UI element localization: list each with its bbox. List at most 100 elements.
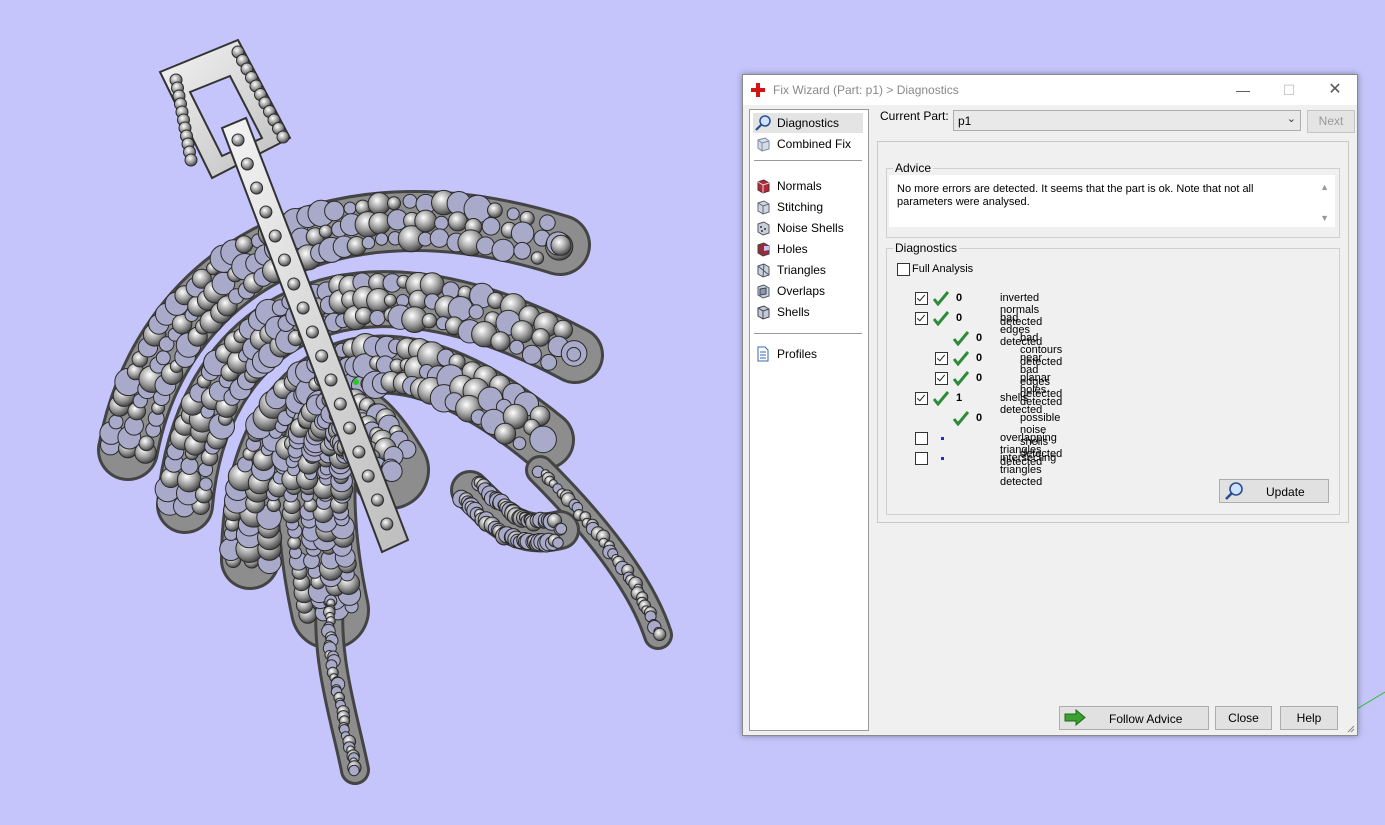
current-part-select[interactable]: p1 ⌄ — [953, 110, 1301, 131]
shells-icon — [757, 305, 770, 320]
scroll-up-icon[interactable]: ▲ — [1320, 182, 1329, 192]
nav-item-profiles[interactable]: Profiles — [753, 344, 863, 364]
stitching-icon — [757, 200, 770, 215]
gem-stone — [315, 349, 329, 363]
row-count: 0 — [976, 352, 983, 364]
check-icon — [933, 391, 949, 406]
gem-stone — [550, 234, 572, 256]
gem-stone — [402, 193, 418, 209]
check-icon — [953, 371, 969, 386]
cube-fix-icon — [757, 137, 770, 152]
gem-stone — [552, 537, 564, 549]
gem-stone — [240, 157, 254, 171]
check-icon — [953, 351, 969, 366]
nav-label: Diagnostics — [777, 116, 840, 130]
advice-group: Advice No more errors are detected. It s… — [886, 161, 1340, 238]
gem-stone — [540, 354, 558, 371]
gem-stone — [348, 764, 360, 777]
gem-stone — [555, 522, 568, 535]
full-analysis-checkbox[interactable] — [897, 263, 910, 276]
gem-stone — [278, 253, 291, 267]
gem-stone — [361, 235, 376, 250]
update-button[interactable]: Update — [1219, 479, 1329, 503]
gem-stone — [429, 228, 450, 248]
help-button[interactable]: Help — [1280, 706, 1338, 730]
nav-label: Shells — [777, 305, 810, 319]
row-checkbox[interactable] — [935, 372, 948, 385]
fix-wizard-dialog: Fix Wizard (Part: p1) > Diagnostics — ☐ … — [742, 74, 1358, 736]
gem-stone — [235, 235, 254, 254]
next-button[interactable]: Next — [1307, 110, 1355, 133]
minimize-button[interactable]: — — [1221, 75, 1265, 105]
nav-separator — [754, 160, 862, 161]
noise-shells-icon — [757, 221, 770, 236]
row-checkbox[interactable] — [915, 432, 928, 445]
row-checkbox[interactable] — [915, 392, 928, 405]
diagnostics-panel: Advice No more errors are detected. It s… — [877, 141, 1349, 523]
3d-viewport[interactable] — [0, 0, 1385, 822]
gem-stone — [324, 373, 338, 387]
nav-item-diagnostics[interactable]: Diagnostics — [753, 113, 863, 133]
check-icon — [933, 291, 949, 306]
gem-stone — [180, 456, 199, 475]
title-bar[interactable]: Fix Wizard (Part: p1) > Diagnostics — ☐ … — [743, 75, 1357, 105]
current-part-value: p1 — [958, 114, 972, 128]
gem-stone — [419, 272, 445, 298]
nav-item-holes[interactable]: Holes — [753, 239, 863, 259]
pending-dot-icon — [941, 457, 944, 460]
nav-item-shells[interactable]: Shells — [753, 302, 863, 322]
gem-stone — [653, 627, 667, 642]
row-count: 0 — [976, 412, 983, 424]
check-icon — [953, 411, 969, 426]
gem-stone — [491, 238, 515, 262]
check-icon — [953, 331, 969, 346]
gem-stone — [276, 130, 290, 144]
nav-item-combined-fix[interactable]: Combined Fix — [753, 134, 863, 154]
gem-stone — [305, 325, 319, 339]
row-label: intersecting triangles detected — [1000, 452, 1057, 488]
gem-stone — [108, 414, 124, 430]
follow-advice-button[interactable]: Follow Advice — [1059, 706, 1209, 730]
close-button[interactable]: Close — [1215, 706, 1272, 730]
nav-item-normals[interactable]: Normals — [753, 176, 863, 196]
row-count: 0 — [956, 312, 963, 324]
gem-stone — [343, 201, 357, 215]
nav-item-stitching[interactable]: Stitching — [753, 197, 863, 217]
row-count: 0 — [976, 372, 983, 384]
gem-stone — [361, 469, 375, 483]
gem-stone — [490, 331, 511, 352]
gem-stone — [343, 421, 357, 435]
gem-stone — [250, 181, 264, 195]
nav-item-overlaps[interactable]: Overlaps — [753, 281, 863, 301]
row-checkbox[interactable] — [935, 352, 948, 365]
advice-textbox[interactable]: No more errors are detected. It seems th… — [889, 175, 1335, 227]
gem-stone — [531, 328, 550, 347]
gem-stone — [324, 200, 345, 222]
advice-text: No more errors are detected. It seems th… — [897, 183, 1254, 208]
gem-stone — [387, 196, 401, 211]
magnifier-icon — [755, 115, 771, 131]
nav-item-noise-shells[interactable]: Noise Shells — [753, 218, 863, 238]
gem-stone — [510, 320, 534, 344]
row-checkbox[interactable] — [915, 452, 928, 465]
row-checkbox[interactable] — [915, 312, 928, 325]
gem-stone — [296, 301, 310, 315]
chevron-down-icon: ⌄ — [1286, 113, 1296, 125]
jewelry-model[interactable] — [0, 0, 740, 822]
arrow-right-icon — [1064, 709, 1086, 726]
gem-stone — [494, 422, 517, 445]
gem-stone — [566, 347, 582, 362]
row-checkbox[interactable] — [915, 292, 928, 305]
update-label: Update — [1266, 485, 1305, 499]
gem-stone — [375, 232, 389, 246]
close-window-button[interactable]: ✕ — [1313, 75, 1357, 105]
nav-label: Profiles — [777, 347, 818, 361]
nav-item-triangles[interactable]: Triangles — [753, 260, 863, 280]
diagnostics-title: Diagnostics — [893, 241, 960, 255]
scroll-down-icon[interactable]: ▼ — [1320, 213, 1329, 223]
gem-stone — [487, 202, 503, 219]
maximize-button[interactable]: ☐ — [1267, 75, 1311, 105]
nav-label: Normals — [777, 179, 822, 193]
gem-stone — [369, 309, 386, 327]
resize-grip-icon[interactable] — [1345, 723, 1355, 733]
